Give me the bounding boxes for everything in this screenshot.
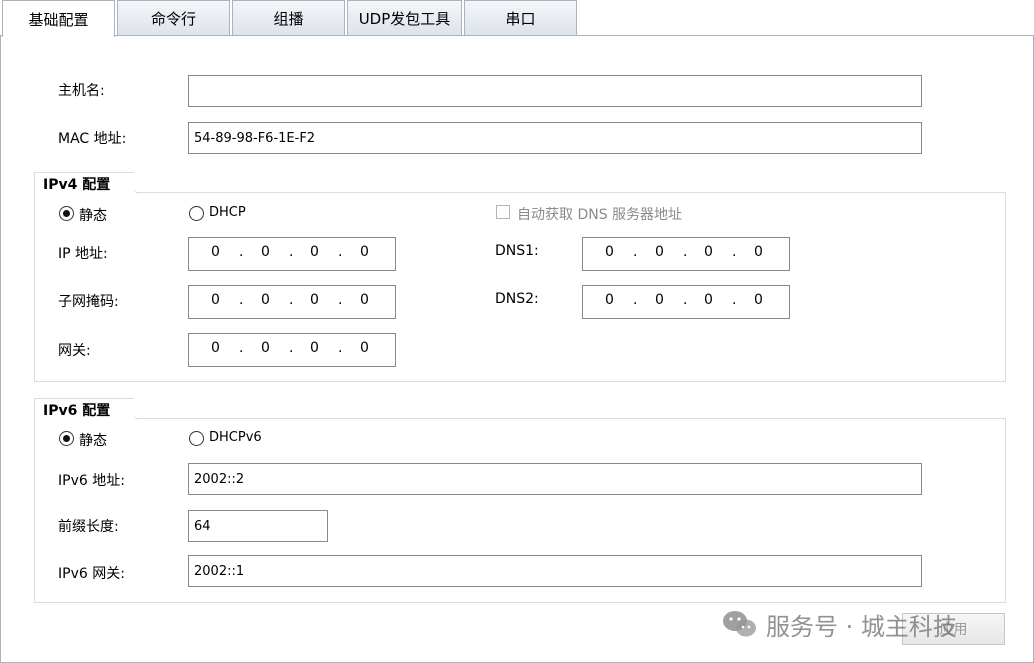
gateway-octet-2: 0 — [261, 340, 270, 356]
dns1-octet-2: 0 — [655, 244, 664, 260]
tab-serial-port[interactable]: 串口 — [464, 0, 577, 36]
ip-dot: . — [289, 244, 294, 260]
ip-octet-2: 0 — [261, 244, 270, 260]
gateway-field[interactable]: 0 . 0 . 0 . 0 — [188, 333, 396, 367]
ip-dot: . — [732, 244, 737, 260]
ip-dot: . — [338, 340, 343, 356]
ip-dot: . — [239, 340, 244, 356]
gateway-octet-3: 0 — [310, 340, 319, 356]
ip-dot: . — [633, 292, 638, 308]
subnet-mask-label: 子网掩码: — [58, 294, 119, 310]
ip-dot: . — [289, 340, 294, 356]
dns1-octet-3: 0 — [704, 244, 713, 260]
dns1-field[interactable]: 0 . 0 . 0 . 0 — [582, 237, 790, 271]
ip-dot: . — [338, 244, 343, 260]
ip-octet-1: 0 — [211, 244, 220, 260]
ipv6-static-radio[interactable] — [59, 431, 74, 446]
ip-address-field[interactable]: 0 . 0 . 0 . 0 — [188, 237, 396, 271]
tab-command-line[interactable]: 命令行 — [117, 0, 230, 36]
dns2-label: DNS2: — [495, 291, 539, 307]
subnet-mask-field[interactable]: 0 . 0 . 0 . 0 — [188, 285, 396, 319]
hostname-input[interactable] — [188, 75, 922, 107]
mac-address-field[interactable]: 54-89-98-F6-1E-F2 — [188, 122, 922, 154]
dns2-octet-4: 0 — [754, 292, 763, 308]
prefix-length-field[interactable]: 64 — [188, 510, 328, 542]
gateway-octet-1: 0 — [211, 340, 220, 356]
ip-dot: . — [732, 292, 737, 308]
mac-label: MAC 地址: — [58, 131, 127, 147]
tab-udp-tool[interactable]: UDP发包工具 — [347, 0, 462, 36]
gateway-octet-4: 0 — [360, 340, 369, 356]
ip-dot: . — [239, 244, 244, 260]
ip-octet-4: 0 — [360, 244, 369, 260]
dns2-octet-2: 0 — [655, 292, 664, 308]
tab-bar: 基础配置 命令行 组播 UDP发包工具 串口 — [0, 0, 1034, 37]
ipv4-dhcp-label: DHCP — [209, 205, 246, 220]
dns1-octet-4: 0 — [754, 244, 763, 260]
dns2-octet-1: 0 — [605, 292, 614, 308]
hostname-label: 主机名: — [58, 83, 105, 99]
ipv6-static-label: 静态 — [79, 433, 107, 449]
mask-octet-4: 0 — [360, 292, 369, 308]
ipv4-static-radio[interactable] — [59, 206, 74, 221]
watermark-text: 服务号 · 城主科技 — [766, 612, 957, 641]
mask-octet-2: 0 — [261, 292, 270, 308]
wechat-icon — [723, 611, 756, 637]
tab-basic-config[interactable]: 基础配置 — [2, 0, 115, 37]
ipv6-address-field[interactable]: 2002::2 — [188, 463, 922, 495]
dns2-field[interactable]: 0 . 0 . 0 . 0 — [582, 285, 790, 319]
mask-octet-1: 0 — [211, 292, 220, 308]
watermark: 服务号 · 城主科技 — [722, 604, 957, 644]
ip-dot: . — [239, 292, 244, 308]
ipv6-dhcpv6-radio[interactable] — [189, 431, 204, 446]
ipv4-static-label: 静态 — [79, 208, 107, 224]
ip-dot: . — [338, 292, 343, 308]
ip-dot: . — [289, 292, 294, 308]
ipv6-address-label: IPv6 地址: — [58, 473, 125, 489]
ipv4-dhcp-radio[interactable] — [189, 206, 204, 221]
auto-dns-label: 自动获取 DNS 服务器地址 — [517, 207, 683, 223]
gateway-label: 网关: — [58, 343, 91, 359]
mask-octet-3: 0 — [310, 292, 319, 308]
tab-multicast[interactable]: 组播 — [232, 0, 345, 36]
prefix-length-label: 前缀长度: — [58, 519, 119, 535]
ipv6-dhcpv6-label: DHCPv6 — [209, 430, 262, 445]
ip-octet-3: 0 — [310, 244, 319, 260]
ip-dot: . — [683, 292, 688, 308]
ip-dot: . — [683, 244, 688, 260]
auto-dns-checkbox[interactable] — [496, 205, 510, 219]
ipv6-gateway-label: IPv6 网关: — [58, 566, 125, 582]
ipv4-legend: IPv4 配置 — [34, 172, 134, 194]
ip-address-label: IP 地址: — [58, 246, 108, 262]
ip-dot: . — [633, 244, 638, 260]
dns1-octet-1: 0 — [605, 244, 614, 260]
ipv6-gateway-field[interactable]: 2002::1 — [188, 555, 922, 587]
dns2-octet-3: 0 — [704, 292, 713, 308]
ipv6-legend: IPv6 配置 — [34, 398, 134, 420]
dns1-label: DNS1: — [495, 243, 539, 259]
